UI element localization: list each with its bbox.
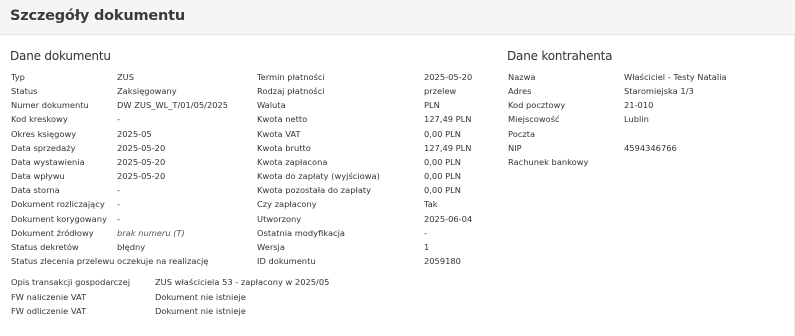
- contractor-field-label: NIP: [508, 142, 522, 153]
- document-field-value: 0,00 PLN: [424, 185, 461, 196]
- document-field-value: Zaksięgowany: [117, 86, 177, 97]
- document-field-label: Data wystawienia: [11, 156, 85, 167]
- document-field-label: Waluta: [257, 100, 286, 111]
- contractor-field-label: Adres: [508, 86, 532, 97]
- contractor-field-value: Lublin: [624, 114, 649, 125]
- document-field-label: Dokument korygowany: [11, 213, 107, 224]
- document-field-label: ID dokumentu: [257, 255, 316, 266]
- document-field-value: 0,00 PLN: [424, 171, 461, 182]
- document-field-value: 2025-06-04: [424, 213, 473, 224]
- document-field-label: Rodzaj płatności: [257, 86, 325, 97]
- document-field-label: Kwota do zapłaty (wyjściowa): [257, 171, 380, 182]
- document-field-label: Kwota netto: [257, 114, 308, 125]
- document-field-value: -: [117, 199, 120, 210]
- document-field-value: -: [117, 114, 120, 125]
- document-field-value: 1: [424, 241, 430, 252]
- transaction-field-value: ZUS właściciela 53 - zapłacony w 2025/05: [155, 277, 330, 287]
- document-field-label: Kwota brutto: [257, 142, 311, 153]
- document-field-label: Kwota zapłacona: [257, 156, 328, 167]
- document-field-value: 2059180: [424, 255, 461, 266]
- document-field-value: brak numeru (T): [117, 227, 185, 238]
- document-field-label: Data wpływu: [11, 171, 65, 182]
- transaction-field-label: Opis transakcji gospodarczej: [11, 277, 131, 287]
- document-field-label: Status zlecenia przelewu: [11, 255, 115, 266]
- contractor-field-label: Nazwa: [508, 72, 536, 82]
- document-field-label: Kwota pozostała do zapłaty: [257, 185, 372, 196]
- document-field-label: Kwota VAT: [257, 128, 301, 139]
- document-field-value: 2025-05-20: [117, 142, 166, 153]
- document-field-value: Tak: [424, 199, 438, 210]
- document-field-value: 2025-05: [117, 128, 152, 139]
- contractor-field-label: Miejscowość: [508, 114, 560, 125]
- contractor-section-title: Dane kontrahenta: [507, 49, 613, 63]
- document-field-value: PLN: [424, 100, 440, 111]
- document-field-value: -: [117, 213, 120, 224]
- document-field-label: Termin płatności: [257, 72, 325, 82]
- document-field-label: Kod kreskowy: [11, 114, 68, 125]
- document-field-label: Typ: [11, 72, 25, 82]
- document-field-value: 2025-05-20: [117, 171, 166, 182]
- document-field-label: Wersja: [257, 241, 285, 252]
- transaction-field-label: FW naliczenie VAT: [11, 291, 87, 302]
- transaction-field-label: FW odliczenie VAT: [11, 306, 87, 316]
- contractor-field-label: Poczta: [508, 128, 536, 139]
- document-field-label: Status dekretów: [11, 241, 79, 252]
- document-field-label: Okres księgowy: [11, 128, 77, 139]
- document-field-label: Dokument rozliczający: [11, 199, 105, 210]
- transaction-field-value: Dokument nie istnieje: [155, 306, 246, 316]
- document-field-value: 2025-05-20: [424, 72, 473, 82]
- document-field-label: Status: [11, 86, 38, 97]
- document-field-value: 0,00 PLN: [424, 128, 461, 139]
- contractor-field-value: 4594346766: [624, 142, 677, 153]
- document-field-value: DW ZUS_WL_T/01/05/2025: [117, 100, 229, 111]
- document-field-value: ZUS: [117, 72, 135, 82]
- document-field-label: Czy zapłacony: [257, 199, 317, 210]
- contractor-field-value: Staromiejska 1/3: [624, 86, 694, 97]
- document-field-value: 2025-05-20: [117, 156, 166, 167]
- transaction-field-value: Dokument nie istnieje: [155, 291, 246, 302]
- document-field-value: -: [117, 185, 120, 196]
- contractor-field-value: Właściciel - Testy Natalia: [624, 72, 727, 82]
- document-field-label: Dokument źródłowy: [11, 227, 94, 238]
- document-field-value: przelew: [424, 86, 457, 97]
- document-section-title: Dane dokumentu: [10, 49, 111, 63]
- document-field-value: 127,49 PLN: [424, 142, 472, 153]
- document-field-value: -: [424, 227, 427, 238]
- document-field-label: Numer dokumentu: [11, 100, 89, 111]
- document-field-value: 127,49 PLN: [424, 114, 472, 125]
- document-field-value: oczekuje na realizację: [117, 255, 209, 266]
- document-field-label: Ostatnia modyfikacja: [257, 227, 345, 238]
- document-field-label: Data storna: [11, 185, 60, 196]
- document-field-label: Data sprzedaży: [11, 142, 76, 153]
- contractor-field-value: 21-010: [624, 100, 654, 111]
- page-title: Szczegóły dokumentu: [10, 8, 186, 24]
- document-field-value: błędny: [117, 241, 146, 252]
- document-field-label: Utworzony: [257, 213, 302, 224]
- page-header: Szczegóły dokumentu: [0, 0, 795, 35]
- contractor-field-label: Kod pocztowy: [508, 100, 566, 111]
- contractor-field-label: Rachunek bankowy: [508, 156, 589, 167]
- document-field-value: 0,00 PLN: [424, 156, 461, 167]
